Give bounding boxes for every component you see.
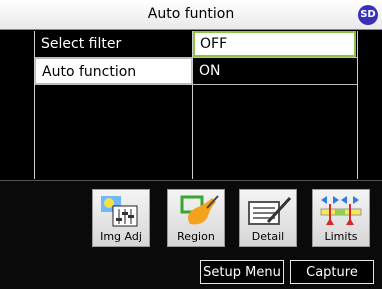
- image-adjust-icon: [101, 196, 138, 227]
- grid-divider: [357, 31, 358, 179]
- title-bar: Auto funtion SD: [0, 0, 382, 30]
- setting-label: Auto function: [35, 58, 192, 84]
- setting-row-select-filter[interactable]: Select filter OFF: [35, 31, 357, 58]
- setup-menu-button[interactable]: Setup Menu: [200, 260, 284, 284]
- tool-label: Detail: [251, 230, 285, 243]
- region-icon: [180, 195, 219, 225]
- setting-row-auto-function[interactable]: Auto function ON: [35, 58, 357, 85]
- tool-label: Img Adj: [100, 230, 142, 243]
- sd-card-icon: SD: [358, 5, 378, 25]
- detail-icon: [248, 196, 292, 225]
- setting-label: Select filter: [41, 36, 122, 52]
- setting-value-auto-function[interactable]: ON: [193, 58, 356, 84]
- setting-value-select-filter[interactable]: OFF: [193, 31, 356, 57]
- capture-button[interactable]: Capture: [290, 260, 374, 284]
- limits-icon: [320, 196, 362, 225]
- detail-button[interactable]: Detail: [239, 189, 297, 247]
- tool-label: Limits: [324, 230, 358, 243]
- auto-function-screen: Auto funtion SD Select filter OFF Auto f…: [0, 0, 382, 289]
- limits-button[interactable]: Limits: [312, 189, 370, 247]
- bottom-toolbar: Img Adj Region Detail Limits Setup Menu …: [0, 180, 382, 289]
- img-adj-button[interactable]: Img Adj: [92, 189, 150, 247]
- page-title: Auto funtion: [147, 6, 235, 22]
- tool-label: Region: [177, 230, 215, 243]
- settings-table: Select filter OFF Auto function ON: [0, 31, 382, 179]
- region-button[interactable]: Region: [167, 189, 225, 247]
